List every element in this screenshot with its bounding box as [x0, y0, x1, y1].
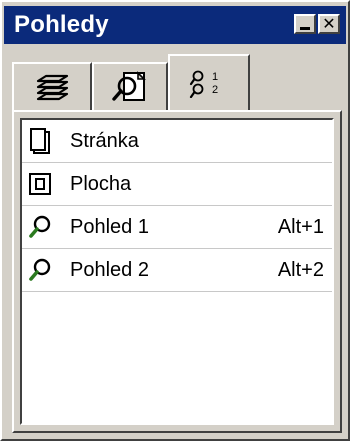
- close-icon: ✕: [322, 14, 336, 33]
- tab-strip: 1 2: [12, 54, 342, 110]
- page-icon: [28, 128, 52, 154]
- tab-page-zoom[interactable]: [92, 62, 168, 110]
- magnifier-icon: [28, 258, 52, 282]
- minimize-button[interactable]: [294, 14, 316, 34]
- list-item-label: Pohled 1: [70, 215, 149, 238]
- views-panel: Pohledy ✕ 1 2 Stránka Plocha Pohled 1 Al…: [0, 0, 350, 441]
- canvas-icon: [28, 172, 52, 196]
- list-item-shortcut: Alt+2: [277, 258, 324, 281]
- list-item-label: Pohled 2: [70, 258, 149, 281]
- list-item-page[interactable]: Stránka: [22, 120, 332, 163]
- list-item-label: Plocha: [70, 172, 132, 195]
- list-item-shortcut: Alt+1: [277, 215, 324, 238]
- minimize-icon: [300, 26, 310, 30]
- magnifier-icon: [28, 215, 52, 239]
- tab-views[interactable]: 1 2: [168, 54, 250, 110]
- views-list[interactable]: Stránka Plocha Pohled 1 Alt+1 Pohled 2 A…: [20, 118, 334, 425]
- layers-icon: [36, 74, 69, 101]
- close-button[interactable]: ✕: [318, 14, 340, 34]
- list-item-view-1[interactable]: Pohled 1 Alt+1: [22, 206, 332, 249]
- title-bar[interactable]: Pohledy ✕: [4, 6, 346, 44]
- list-item-canvas[interactable]: Plocha: [22, 163, 332, 206]
- list-item-label: Stránka: [70, 129, 139, 152]
- svg-text:1: 1: [212, 71, 218, 83]
- page-zoom-icon: [112, 71, 146, 101]
- svg-text:2: 2: [212, 84, 218, 96]
- list-item-view-2[interactable]: Pohled 2 Alt+2: [22, 249, 332, 292]
- views-list-icon: 1 2: [189, 70, 218, 98]
- tab-layers[interactable]: [12, 62, 92, 110]
- window-title: Pohledy: [14, 11, 109, 38]
- tab-content: Stránka Plocha Pohled 1 Alt+1 Pohled 2 A…: [12, 110, 342, 433]
